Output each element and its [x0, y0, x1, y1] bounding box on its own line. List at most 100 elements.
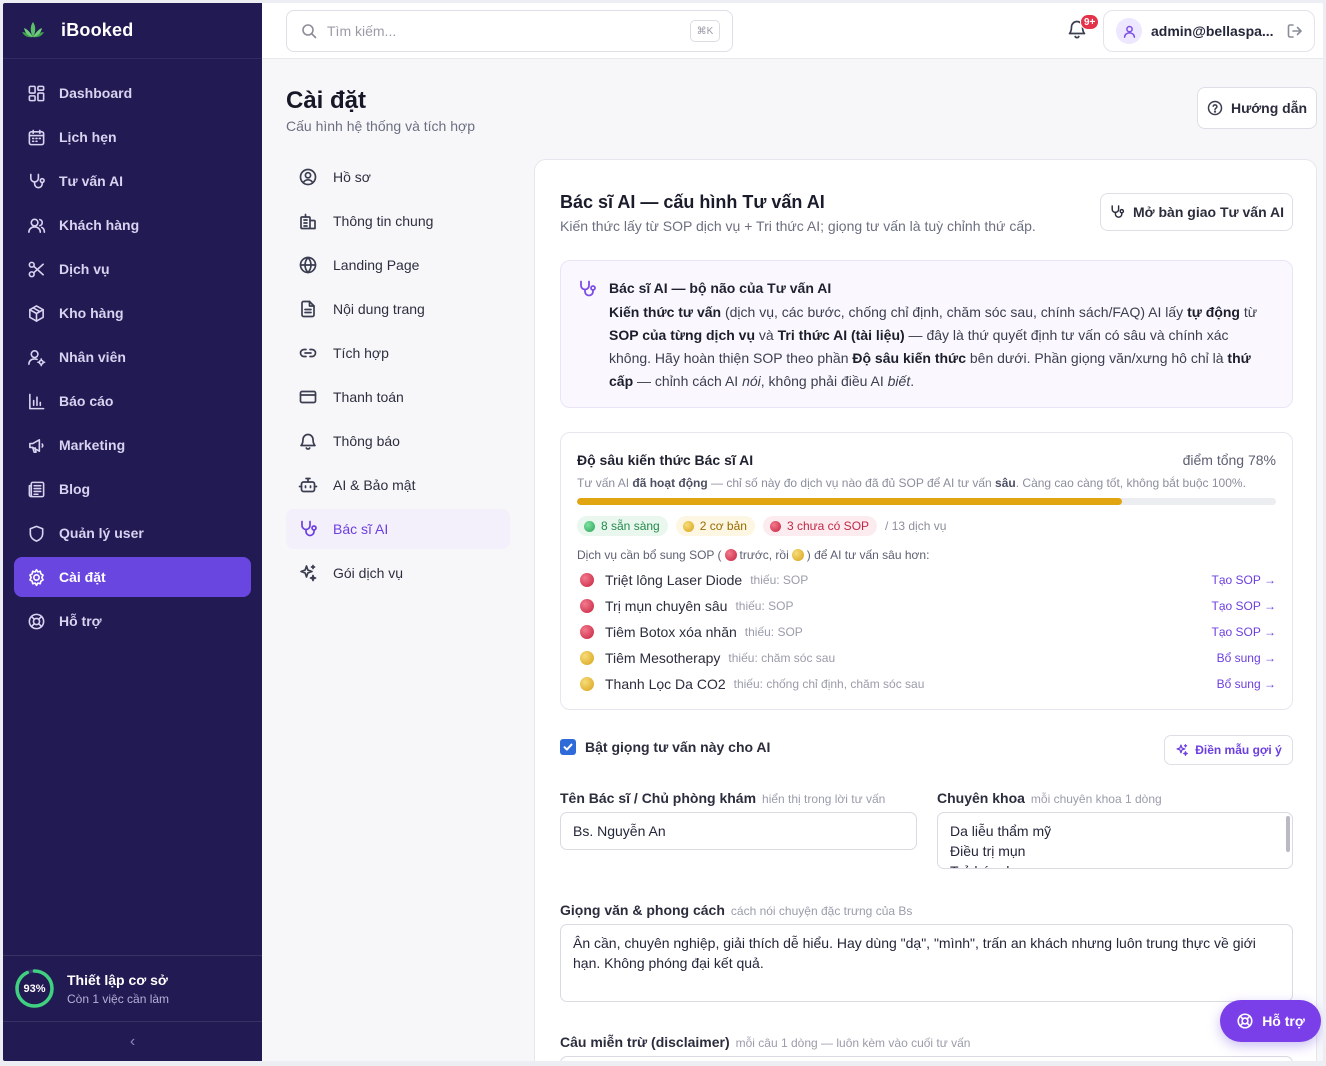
fill-template-button[interactable]: Điền mẫu gợi ý	[1164, 735, 1293, 765]
settings-item-label: Gói dịch vụ	[333, 565, 404, 581]
logout-icon[interactable]	[1286, 22, 1304, 40]
chip-ready: 8 sẵn sàng	[577, 516, 668, 536]
support-float-button[interactable]: Hỗ trợ	[1220, 1000, 1321, 1042]
calendar-icon	[26, 127, 46, 147]
settings-item-profile[interactable]: Hồ sơ	[286, 157, 510, 197]
open-handoff-button[interactable]: Mở bàn giao Tư vấn AI	[1100, 193, 1293, 231]
settings-item-plans[interactable]: Gói dịch vụ	[286, 553, 510, 593]
enable-voice-row: Bật giọng tư vấn này cho AI	[560, 739, 770, 755]
specialty-scrollbar[interactable]	[1286, 816, 1290, 852]
sidebar-item-customers[interactable]: Khách hàng	[14, 205, 251, 245]
service-name: Thanh Lọc Da CO2	[605, 676, 726, 692]
stethoscope-icon	[298, 519, 318, 539]
setup-progress-ring: 93%	[14, 968, 55, 1009]
specialty-label: Chuyên khoa mỗi chuyên khoa 1 dòng	[937, 790, 1162, 806]
red-dot-icon	[724, 549, 737, 561]
sidebar-item-appointments[interactable]: Lịch hẹn	[14, 117, 251, 157]
settings-item-general[interactable]: Thông tin chung	[286, 201, 510, 241]
disclaimer-label: Câu miễn trừ (disclaimer) mỗi câu 1 dòng …	[560, 1034, 971, 1050]
globe-icon	[298, 255, 318, 275]
ai-doctor-card: Bác sĩ AI — cấu hình Tư vấn AI Kiến thức…	[534, 159, 1317, 1061]
settings-item-landing-page[interactable]: Landing Page	[286, 245, 510, 285]
search-box[interactable]: ⌘K	[286, 10, 733, 52]
sidebar-item-label: Quản lý user	[59, 525, 144, 541]
sidebar-nav: Dashboard Lịch hẹn Tư vấn AI Khách hàng …	[3, 59, 262, 641]
building-icon	[298, 211, 318, 231]
sidebar-item-reports[interactable]: Báo cáo	[14, 381, 251, 421]
user-email: admin@bellaspa...	[1151, 23, 1274, 39]
doctor-name-hint: hiển thị trong lời tư vấn	[762, 792, 886, 806]
create-sop-link[interactable]: Tạo SOP →	[1212, 599, 1276, 613]
setup-percent: 93%	[23, 982, 46, 995]
tone-field[interactable]	[560, 924, 1293, 1002]
service-missing: thiếu: chống chỉ định, chăm sóc sau	[733, 677, 925, 691]
fill-template-label: Điền mẫu gợi ý	[1195, 743, 1282, 757]
doctor-name-field[interactable]	[560, 812, 917, 850]
settings-item-ai-doctor[interactable]: Bác sĩ AI	[286, 509, 510, 549]
user-menu[interactable]: admin@bellaspa...	[1103, 10, 1315, 52]
sidebar-item-label: Báo cáo	[59, 393, 114, 409]
doctor-name-label: Tên Bác sĩ / Chủ phòng khám hiển thị tron…	[560, 790, 886, 806]
sidebar-item-label: Nhân viên	[59, 349, 126, 365]
check-icon	[563, 743, 573, 751]
notifications-button[interactable]: 9+	[1066, 14, 1100, 42]
red-dot-icon	[769, 520, 781, 532]
search-input[interactable]	[327, 23, 667, 39]
sidebar-item-staff[interactable]: Nhân viên	[14, 337, 251, 377]
depth-title: Độ sâu kiến thức Bác sĩ AI	[577, 452, 754, 468]
specialty-field[interactable]	[937, 812, 1293, 869]
disclaimer-field[interactable]	[560, 1056, 1293, 1061]
create-sop-link[interactable]: Tạo SOP →	[1212, 573, 1276, 587]
service-missing: thiếu: chăm sóc sau	[728, 651, 836, 665]
sidebar-item-ai-consult[interactable]: Tư vấn AI	[14, 161, 251, 201]
lifebuoy-icon	[1237, 1013, 1253, 1029]
card-title: Bác sĩ AI — cấu hình Tư vấn AI	[560, 192, 825, 212]
settings-item-page-content[interactable]: Nội dung trang	[286, 289, 510, 329]
settings-item-label: Hồ sơ	[333, 169, 371, 185]
page-subtitle: Cấu hình hệ thống và tích hợp	[286, 118, 475, 134]
sidebar-item-marketing[interactable]: Marketing	[14, 425, 251, 465]
disclaimer-hint: mỗi câu 1 dòng — luôn kèm vào cuối tư vấ…	[735, 1036, 971, 1050]
notification-badge: 9+	[1080, 14, 1100, 30]
yellow-dot-icon	[580, 677, 594, 691]
create-sop-link[interactable]: Tạo SOP →	[1212, 625, 1276, 639]
sidebar-item-settings[interactable]: Cài đặt	[14, 557, 251, 597]
enable-voice-checkbox[interactable]	[560, 739, 576, 755]
settings-item-label: AI & Bảo mật	[333, 477, 416, 493]
file-text-icon	[298, 299, 318, 319]
settings-item-payment[interactable]: Thanh toán	[286, 377, 510, 417]
settings-item-ai-security[interactable]: AI & Bảo mật	[286, 465, 510, 505]
brand[interactable]: iBooked	[3, 3, 262, 59]
services-total: / 13 dịch vụ	[885, 519, 947, 533]
sidebar-item-label: Dashboard	[59, 85, 133, 101]
sidebar-item-blog[interactable]: Blog	[14, 469, 251, 509]
sparkles-icon	[298, 563, 318, 583]
needs-sop-label: Dịch vụ cần bổ sung SOP ( trước, rồi ) đ…	[577, 548, 930, 562]
megaphone-icon	[26, 435, 46, 455]
user-cog-icon	[26, 347, 46, 367]
sidebar-item-inventory[interactable]: Kho hàng	[14, 293, 251, 333]
sidebar-item-support[interactable]: Hỗ trợ	[14, 601, 251, 641]
info-body: Kiến thức tư vấn (dịch vụ, các bước, chố…	[609, 304, 1258, 389]
settings-item-label: Tích hợp	[333, 345, 389, 361]
settings-item-integrations[interactable]: Tích hợp	[286, 333, 510, 373]
sidebar-item-user-management[interactable]: Quản lý user	[14, 513, 251, 553]
guide-button[interactable]: Hướng dẫn	[1197, 87, 1317, 129]
sidebar-item-services[interactable]: Dịch vụ	[14, 249, 251, 289]
avatar	[1116, 18, 1142, 44]
collapse-sidebar-button[interactable]: ‹	[3, 1021, 262, 1061]
info-box: Bác sĩ AI — bộ não của Tư vấn AI Kiến th…	[560, 260, 1293, 408]
stethoscope-icon	[1111, 205, 1125, 218]
lotus-logo-icon	[22, 21, 44, 37]
service-name: Trị mụn chuyên sâu	[605, 598, 728, 614]
supplement-link[interactable]: Bổ sung →	[1217, 651, 1276, 665]
setup-progress[interactable]: 93% Thiết lập cơ sở Còn 1 việc cần làm	[3, 955, 262, 1021]
supplement-link[interactable]: Bổ sung →	[1217, 677, 1276, 691]
sidebar-item-dashboard[interactable]: Dashboard	[14, 73, 251, 113]
info-title: Bác sĩ AI — bộ não của Tư vấn AI	[609, 280, 832, 296]
service-missing: thiếu: SOP	[744, 625, 803, 639]
settings-item-label: Thông báo	[333, 433, 400, 449]
enable-voice-label[interactable]: Bật giọng tư vấn này cho AI	[585, 739, 770, 755]
settings-item-notifications[interactable]: Thông báo	[286, 421, 510, 461]
settings-item-label: Thông tin chung	[333, 213, 434, 229]
